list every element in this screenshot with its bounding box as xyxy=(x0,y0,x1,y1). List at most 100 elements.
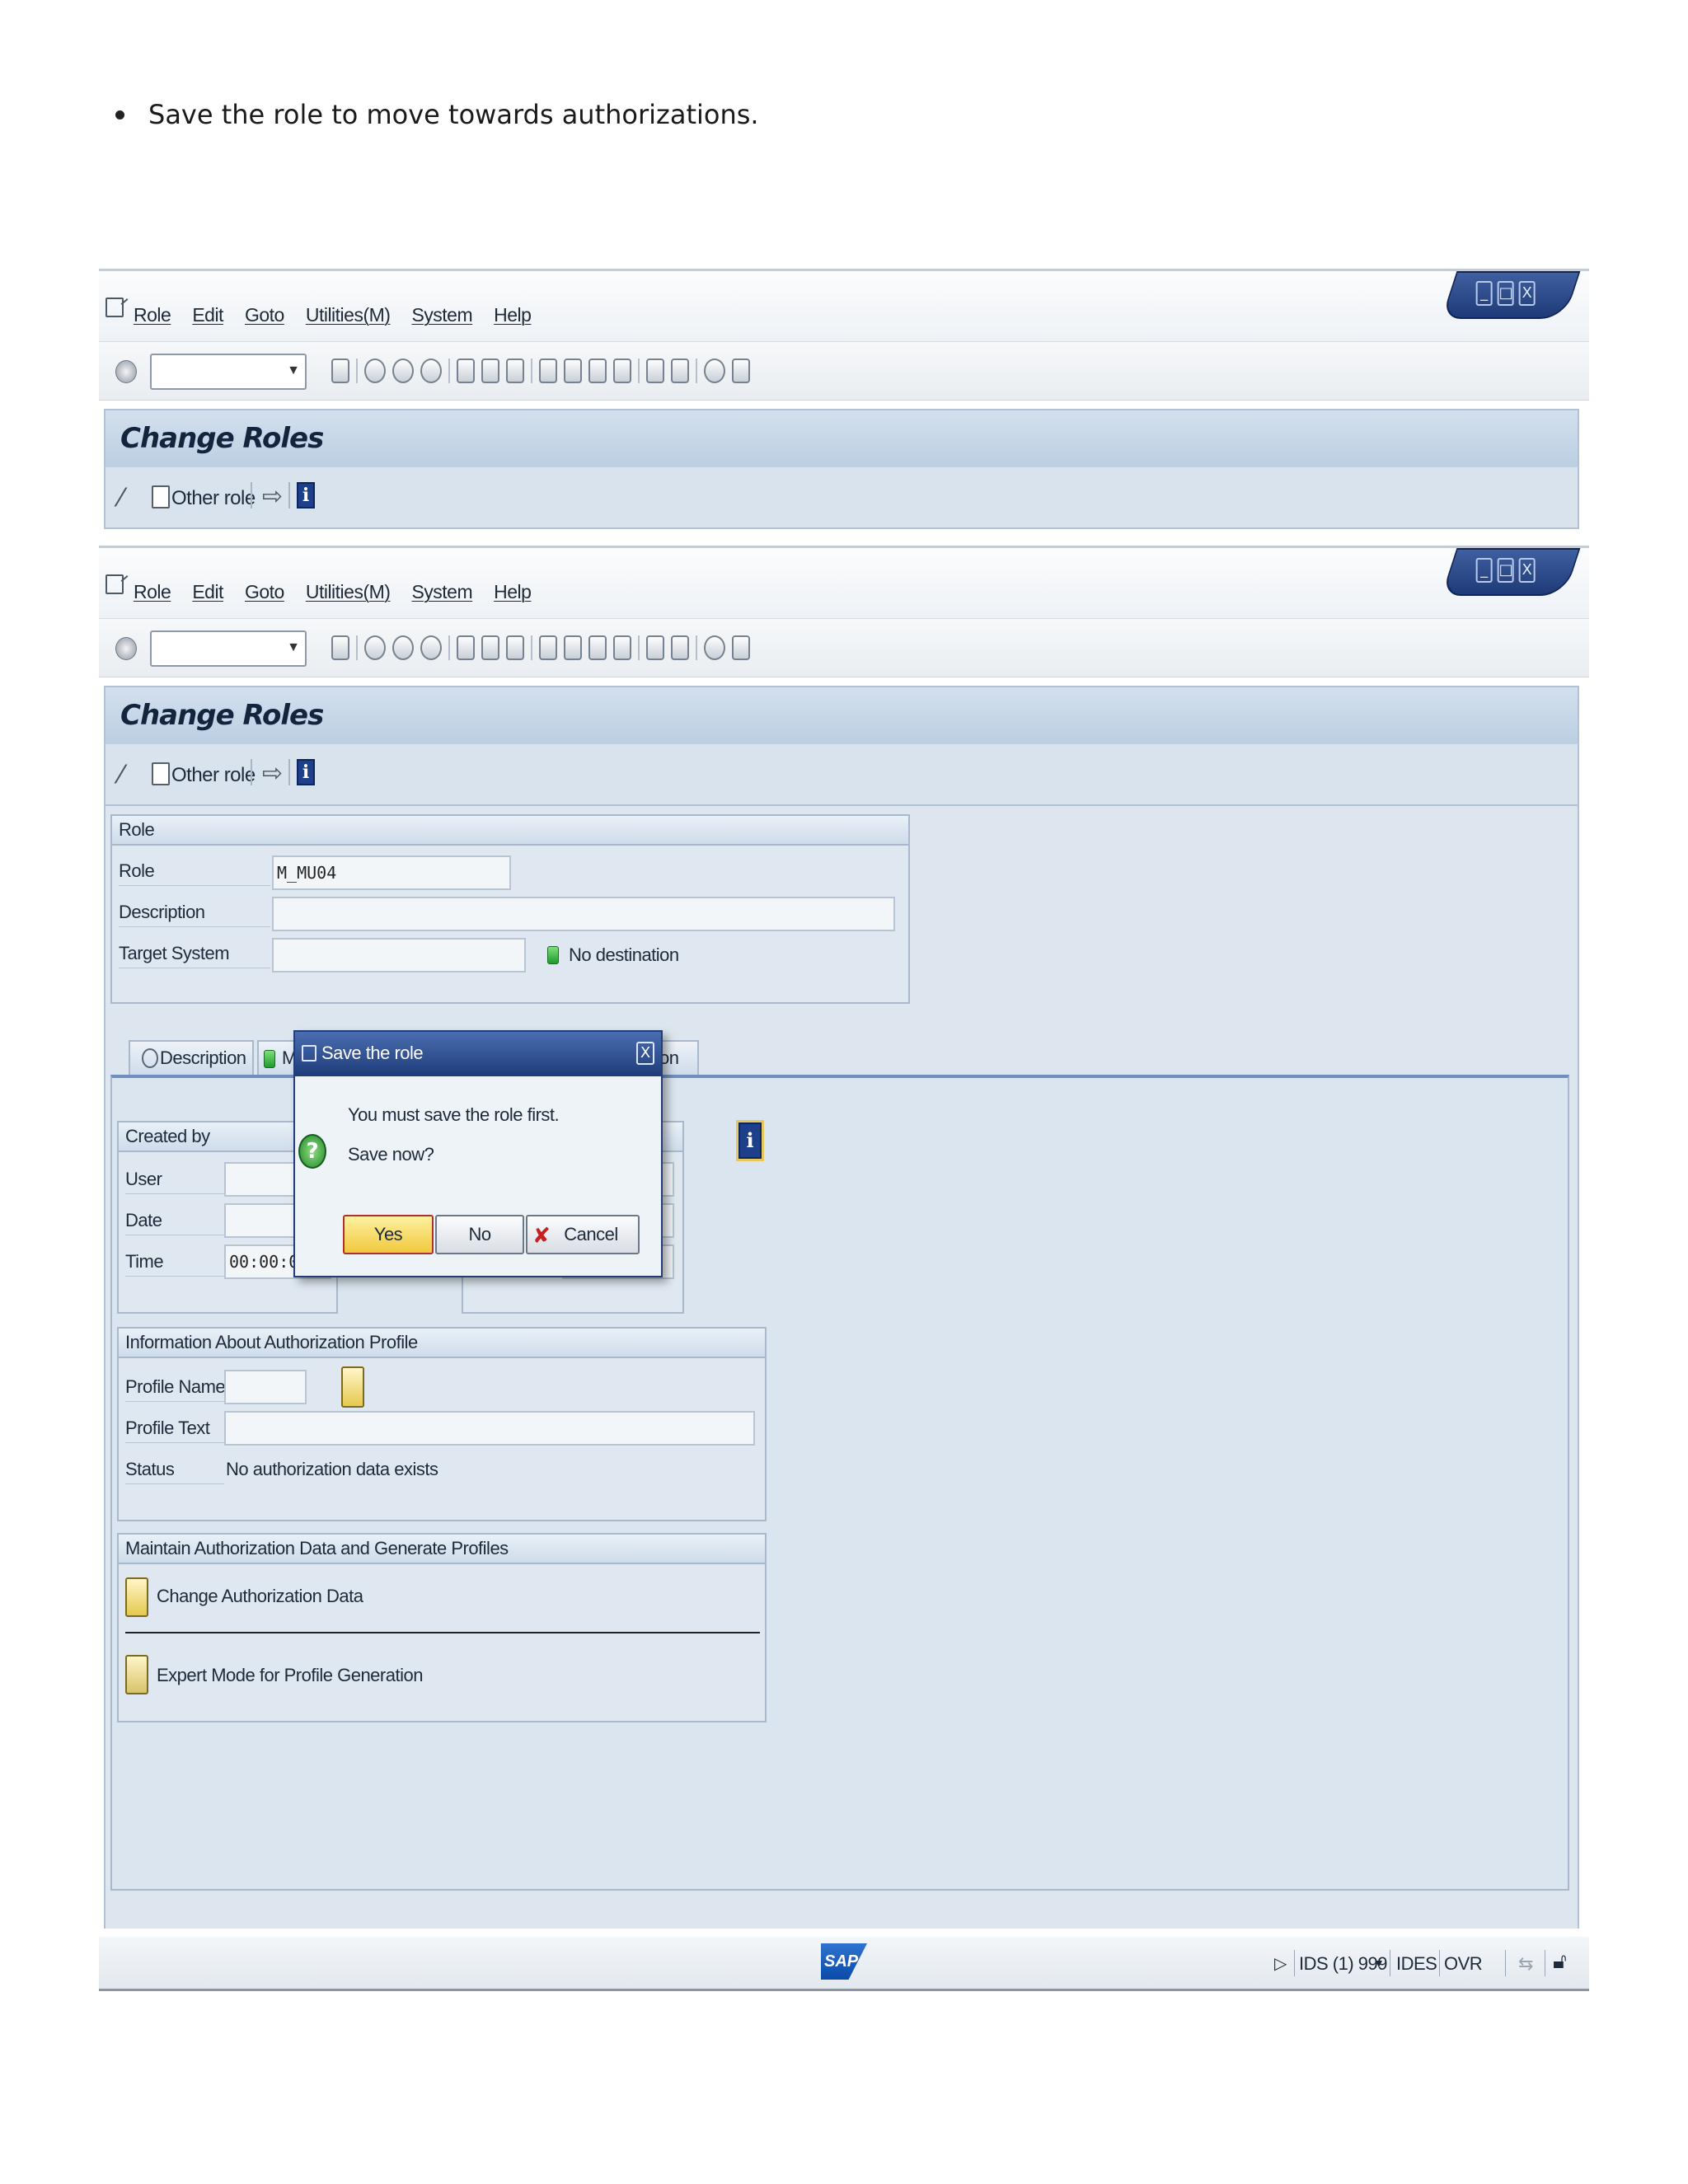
maintain-auth-group: Maintain Authorization Data and Generate… xyxy=(117,1533,767,1722)
profile-text-input[interactable] xyxy=(224,1411,755,1446)
chevron-down-icon[interactable]: ▼ xyxy=(287,363,300,378)
menu-goto[interactable]: Goto xyxy=(245,581,284,603)
cancel-button-label: Cancel xyxy=(564,1224,618,1244)
layout-menu-icon[interactable] xyxy=(732,635,750,660)
toolbar-separator xyxy=(356,635,358,660)
menu-system[interactable]: System xyxy=(411,581,472,603)
field-underline xyxy=(125,1276,224,1277)
info-icon[interactable]: i xyxy=(738,1122,762,1159)
help-icon[interactable] xyxy=(704,635,725,660)
cancel-button[interactable]: ✘ Cancel xyxy=(526,1215,640,1254)
system-dropdown-icon[interactable]: ▼ xyxy=(1373,1957,1385,1970)
sap-logo: SAP xyxy=(821,1943,867,1980)
menu-edit[interactable]: Edit xyxy=(192,581,223,603)
menu-role[interactable]: Role xyxy=(134,581,171,603)
command-field[interactable]: ▼ xyxy=(150,354,307,390)
transport-icon[interactable]: ⇨ xyxy=(262,759,283,788)
info-icon[interactable]: i xyxy=(297,759,315,785)
pencil-icon[interactable] xyxy=(125,1577,148,1617)
lock-icon[interactable]: 🔓︎ xyxy=(1553,1948,1567,1975)
close-window-icon[interactable]: X xyxy=(1518,558,1536,583)
menu-help[interactable]: Help xyxy=(494,581,532,603)
shortcut-icon[interactable] xyxy=(671,635,689,660)
tab-description[interactable]: Description xyxy=(129,1040,254,1075)
next-page-icon[interactable] xyxy=(588,359,607,383)
shortcut-icon[interactable] xyxy=(671,359,689,383)
no-button[interactable]: No xyxy=(435,1215,524,1254)
role-input[interactable]: M_MU04 xyxy=(272,855,511,890)
dialog-close-button[interactable]: X xyxy=(636,1042,654,1065)
screen-title: Change Roles xyxy=(120,422,324,455)
tab-description-label: Description xyxy=(160,1047,246,1068)
profile-name-input[interactable] xyxy=(224,1370,307,1404)
first-page-icon[interactable] xyxy=(539,359,557,383)
toolbar-separator xyxy=(531,635,532,660)
find-next-icon[interactable] xyxy=(506,635,524,660)
new-session-icon[interactable] xyxy=(646,359,664,383)
command-field[interactable]: ▼ xyxy=(150,630,307,667)
menu-role[interactable]: Role xyxy=(134,304,171,326)
menu-utilities[interactable]: Utilities(M) xyxy=(306,304,391,326)
description-input[interactable] xyxy=(272,897,895,931)
menu-edit[interactable]: Edit xyxy=(192,304,223,326)
new-session-icon[interactable] xyxy=(646,635,664,660)
back-arrow-icon[interactable] xyxy=(315,635,325,660)
find-icon[interactable] xyxy=(481,635,499,660)
exit-icon[interactable] xyxy=(392,359,414,383)
other-role-button[interactable]: Other role xyxy=(171,764,256,787)
close-window-icon[interactable]: X xyxy=(1518,281,1536,306)
back-icon[interactable] xyxy=(364,635,386,660)
insert-mode[interactable]: OVR xyxy=(1444,1953,1483,1975)
back-arrow-icon[interactable] xyxy=(315,359,325,383)
next-page-icon[interactable] xyxy=(588,635,607,660)
profile-generate-icon[interactable] xyxy=(341,1366,364,1408)
previous-page-icon[interactable] xyxy=(564,359,582,383)
print-icon[interactable] xyxy=(457,359,475,383)
restore-icon[interactable]: □ xyxy=(1497,558,1514,583)
status-expand-icon[interactable]: ▷ xyxy=(1274,1953,1287,1974)
menu-system[interactable]: System xyxy=(411,304,472,326)
back-icon[interactable] xyxy=(364,359,386,383)
chevron-down-icon[interactable]: ▼ xyxy=(287,640,300,655)
menu-doc-icon[interactable] xyxy=(106,298,124,317)
other-role-button[interactable]: Other role xyxy=(171,487,256,510)
find-icon[interactable] xyxy=(481,359,499,383)
save-icon[interactable] xyxy=(331,635,349,660)
system-toolbar: ▼ xyxy=(99,341,1589,401)
display-change-icon[interactable]: ⁄ xyxy=(119,761,123,790)
restore-icon[interactable]: □ xyxy=(1497,281,1514,306)
other-role-icon[interactable] xyxy=(152,485,170,509)
minimize-icon[interactable]: _ xyxy=(1475,558,1493,583)
layout-menu-icon[interactable] xyxy=(732,359,750,383)
expert-mode-button[interactable]: Expert Mode for Profile Generation xyxy=(157,1665,423,1686)
role-label: Role xyxy=(119,860,155,881)
first-page-icon[interactable] xyxy=(539,635,557,660)
last-page-icon[interactable] xyxy=(613,359,631,383)
menu-bar: Role Edit Goto Utilities(M) System Help … xyxy=(99,269,1589,341)
cancel-icon[interactable] xyxy=(420,635,442,660)
help-icon[interactable] xyxy=(704,359,725,383)
minimize-icon[interactable]: _ xyxy=(1475,281,1493,306)
transport-icon[interactable]: ⇨ xyxy=(262,482,283,511)
change-auth-data-button[interactable]: Change Authorization Data xyxy=(157,1586,363,1607)
save-icon[interactable] xyxy=(331,359,349,383)
display-change-icon[interactable]: ⁄ xyxy=(119,484,123,513)
menu-help[interactable]: Help xyxy=(494,304,532,326)
divider xyxy=(125,1632,760,1633)
yes-button[interactable]: Yes xyxy=(343,1215,434,1254)
enter-icon[interactable] xyxy=(115,360,137,383)
print-icon[interactable] xyxy=(457,635,475,660)
enter-icon[interactable] xyxy=(115,637,137,660)
previous-page-icon[interactable] xyxy=(564,635,582,660)
menu-goto[interactable]: Goto xyxy=(245,304,284,326)
last-page-icon[interactable] xyxy=(613,635,631,660)
other-role-icon[interactable] xyxy=(152,762,170,785)
exit-icon[interactable] xyxy=(392,635,414,660)
expert-mode-icon[interactable] xyxy=(125,1655,148,1694)
find-next-icon[interactable] xyxy=(506,359,524,383)
info-icon[interactable]: i xyxy=(297,482,315,509)
menu-utilities[interactable]: Utilities(M) xyxy=(306,581,391,603)
menu-doc-icon[interactable] xyxy=(106,574,124,594)
target-system-input[interactable] xyxy=(272,938,526,972)
cancel-icon[interactable] xyxy=(420,359,442,383)
